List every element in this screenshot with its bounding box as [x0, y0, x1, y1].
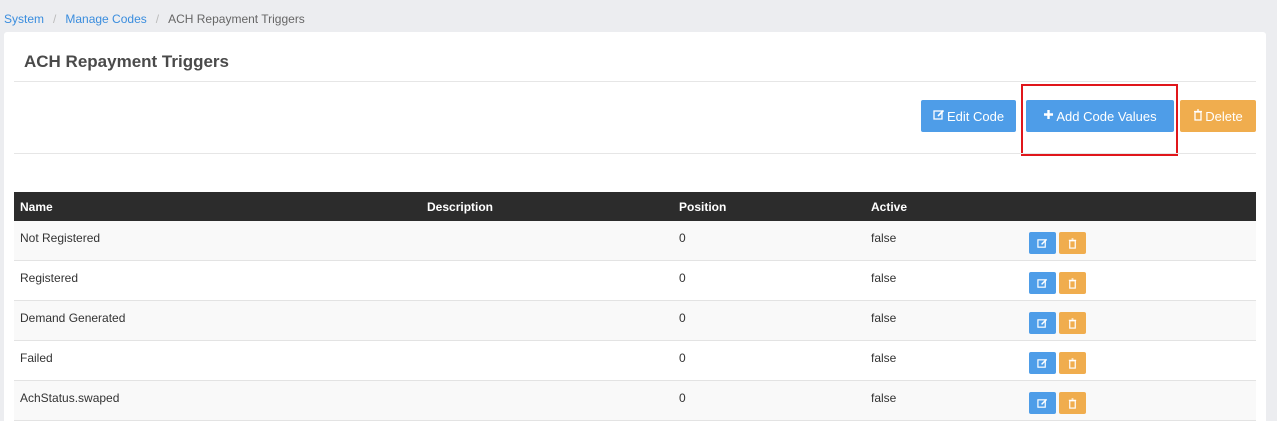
cell-position: 0 — [679, 391, 686, 405]
edit-icon — [1037, 278, 1048, 288]
trash-icon — [1068, 237, 1077, 249]
cell-active: false — [871, 351, 897, 365]
edit-icon — [1037, 358, 1048, 368]
page-title: ACH Repayment Triggers — [24, 52, 229, 71]
edit-code-button[interactable]: Edit Code — [921, 100, 1016, 132]
row-edit-button[interactable] — [1029, 352, 1056, 374]
row-actions — [1029, 272, 1086, 294]
column-header-position: Position — [679, 200, 727, 214]
trash-icon — [1068, 397, 1077, 409]
column-header-name: Name — [20, 200, 53, 214]
breadcrumb-link-system[interactable]: System — [4, 12, 44, 26]
breadcrumb: System / Manage Codes / ACH Repayment Tr… — [4, 12, 305, 26]
code-panel: ACH Repayment Triggers Edit Code Add Cod… — [4, 32, 1266, 421]
cell-position: 0 — [679, 311, 686, 325]
row-delete-button[interactable] — [1059, 392, 1086, 414]
trash-icon — [1193, 108, 1203, 124]
table-row: Registered 0 false — [14, 261, 1256, 301]
code-values-table: Name Description Position Active Not Reg… — [14, 192, 1256, 421]
row-actions — [1029, 312, 1086, 334]
cell-name: Demand Generated — [20, 311, 126, 325]
breadcrumb-current: ACH Repayment Triggers — [168, 12, 305, 26]
column-header-description: Description — [427, 200, 494, 214]
table-row: AchStatus.swaped 0 false — [14, 381, 1256, 421]
breadcrumb-separator: / — [155, 12, 160, 26]
table-row: Not Registered 0 false — [14, 221, 1256, 261]
table-row: Failed 0 false — [14, 341, 1256, 381]
row-edit-button[interactable] — [1029, 392, 1056, 414]
delete-button[interactable]: Delete — [1180, 100, 1256, 132]
cell-position: 0 — [679, 351, 686, 365]
table-header: Name Description Position Active — [14, 192, 1256, 221]
row-edit-button[interactable] — [1029, 312, 1056, 334]
table-row: Demand Generated 0 false — [14, 301, 1256, 341]
highlight-box — [1021, 84, 1178, 156]
row-actions — [1029, 232, 1086, 254]
edit-icon — [1037, 398, 1048, 408]
cell-position: 0 — [679, 271, 686, 285]
row-edit-button[interactable] — [1029, 232, 1056, 254]
row-delete-button[interactable] — [1059, 352, 1086, 374]
row-delete-button[interactable] — [1059, 312, 1086, 334]
row-actions — [1029, 392, 1086, 414]
row-edit-button[interactable] — [1029, 272, 1056, 294]
cell-name: Registered — [20, 271, 79, 285]
edit-icon — [1037, 318, 1048, 328]
edit-icon — [1037, 238, 1048, 248]
row-actions — [1029, 352, 1086, 374]
cell-active: false — [871, 271, 897, 285]
trash-icon — [1068, 317, 1077, 329]
row-delete-button[interactable] — [1059, 272, 1086, 294]
delete-label: Delete — [1205, 108, 1243, 124]
edit-code-label: Edit Code — [946, 108, 1005, 124]
breadcrumb-separator: / — [53, 12, 57, 26]
cell-name: AchStatus.swaped — [20, 391, 120, 405]
cell-name: Not Registered — [20, 231, 101, 245]
row-delete-button[interactable] — [1059, 232, 1086, 254]
edit-icon — [933, 109, 945, 124]
cell-position: 0 — [679, 231, 686, 245]
column-header-active: Active — [871, 200, 908, 214]
breadcrumb-link-manage-codes[interactable]: Manage Codes — [65, 12, 146, 26]
table-body: Not Registered 0 false Registered 0 fals… — [14, 221, 1256, 421]
cell-active: false — [871, 311, 897, 325]
trash-icon — [1068, 357, 1077, 369]
cell-active: false — [871, 391, 897, 405]
cell-active: false — [871, 231, 897, 245]
cell-name: Failed — [20, 351, 53, 365]
divider — [14, 81, 1256, 82]
trash-icon — [1068, 277, 1077, 289]
divider — [14, 153, 1256, 154]
